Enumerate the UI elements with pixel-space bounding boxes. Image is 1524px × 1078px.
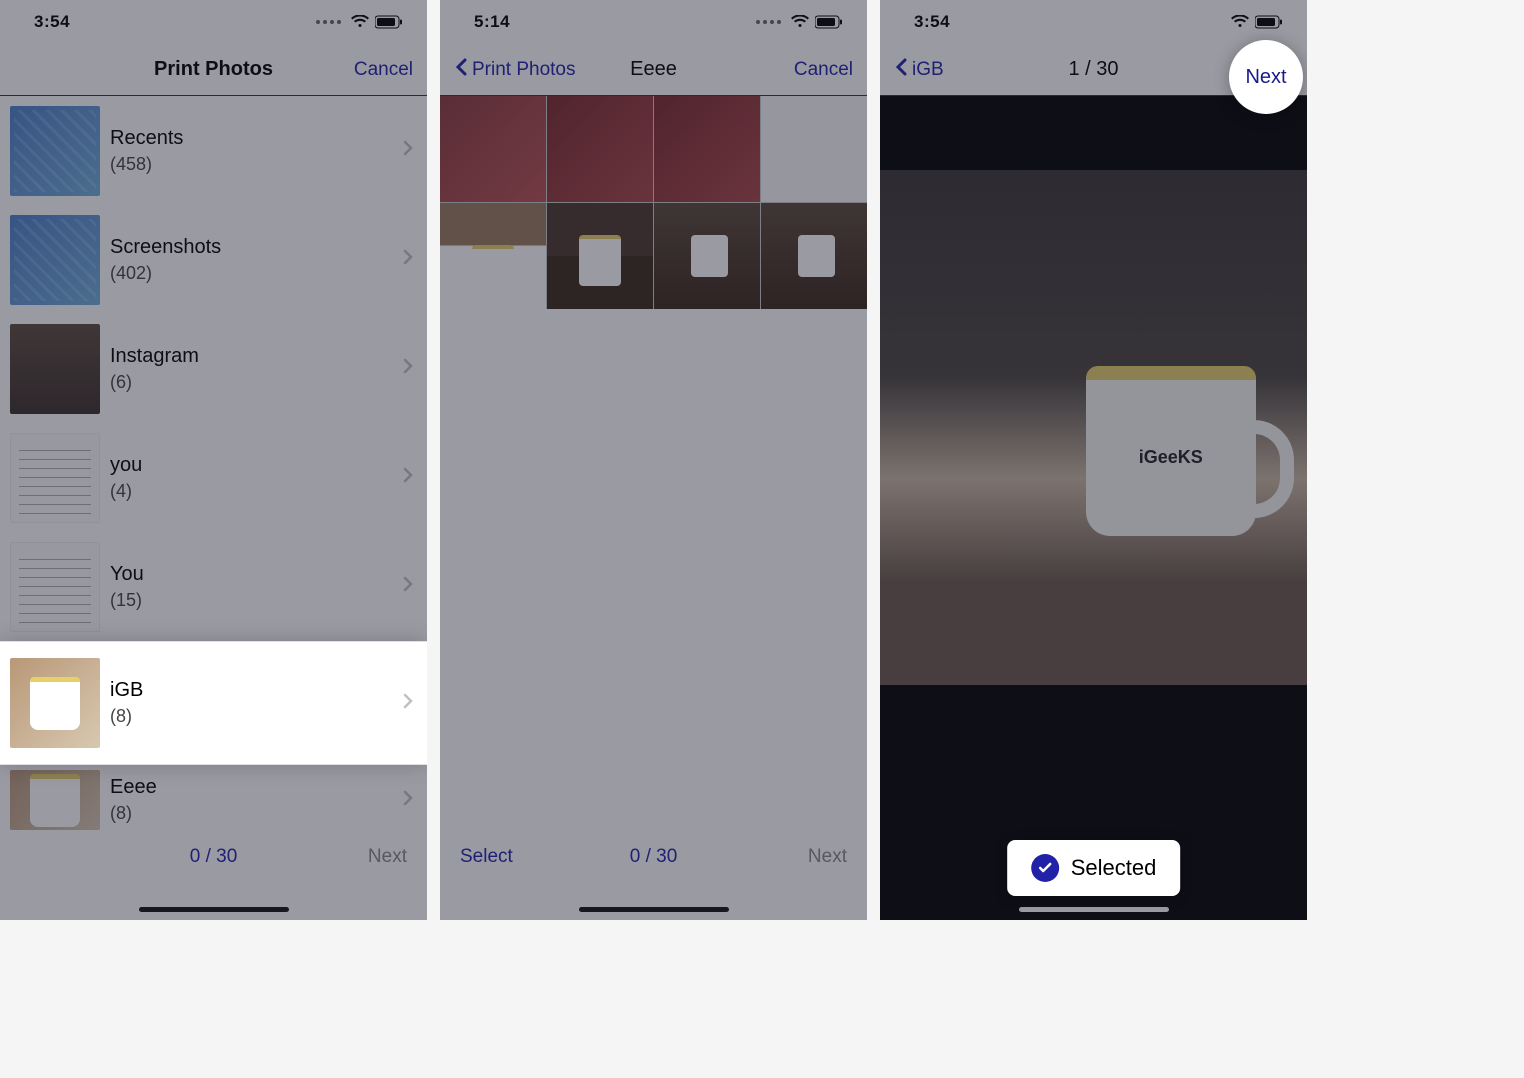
album-you-lc[interactable]: you (4): [0, 423, 427, 532]
album-thumbnail: [10, 106, 100, 196]
album-list: Recents (458) Screenshots (402) Instagra…: [0, 96, 427, 832]
album-name: iGB: [110, 679, 393, 702]
page-counter: 1 / 30: [1068, 58, 1118, 81]
album-name: Screenshots: [110, 236, 393, 259]
wifi-icon: [1231, 15, 1249, 29]
battery-icon: [1255, 15, 1283, 29]
album-count: (458): [110, 154, 393, 175]
select-button[interactable]: Select: [460, 846, 540, 868]
next-label: Next: [1245, 66, 1286, 89]
chevron-right-icon: [403, 249, 413, 270]
album-name: Recents: [110, 127, 393, 150]
album-you-uc[interactable]: You (15): [0, 532, 427, 641]
album-thumbnail: [10, 433, 100, 523]
check-circle-icon: [1031, 854, 1059, 882]
photo-thumbnail[interactable]: [547, 96, 653, 202]
selected-button[interactable]: Selected: [1007, 840, 1181, 896]
wifi-icon: [351, 15, 369, 29]
album-igb[interactable]: iGB (8): [0, 641, 427, 765]
photo-thumbnail[interactable]: [547, 203, 653, 309]
mug-logo-text: iGeeKS: [1086, 366, 1256, 536]
selection-counter: 0 / 30: [190, 846, 238, 868]
selection-counter: 0 / 30: [630, 846, 678, 868]
album-recents[interactable]: Recents (458): [0, 96, 427, 205]
album-thumbnail: [10, 658, 100, 748]
photo-image: iGeeKS: [880, 170, 1307, 685]
next-button[interactable]: Next: [767, 846, 847, 868]
album-count: (4): [110, 481, 393, 502]
battery-icon: [815, 15, 843, 29]
screen-photo-grid: 5:14 Print Photos Eeee Cancel Select 0 /…: [440, 0, 867, 920]
bottom-bar: Select 0 / 30 Next: [440, 832, 867, 920]
album-name: you: [110, 454, 393, 477]
back-button[interactable]: iGB: [894, 57, 994, 83]
album-thumbnail: [10, 542, 100, 632]
chevron-right-icon: [403, 140, 413, 161]
page-title: Eeee: [630, 58, 677, 81]
photo-thumbnail[interactable]: [440, 96, 546, 202]
photo-preview[interactable]: iGeeKS Selected: [880, 96, 1307, 920]
album-thumbnail: [10, 215, 100, 305]
screen-album-list: 3:54 Print Photos Cancel Recents (458) S…: [0, 0, 427, 920]
home-indicator[interactable]: [579, 907, 729, 912]
nav-bar: Print Photos Cancel: [0, 44, 427, 96]
back-button[interactable]: Print Photos: [454, 57, 576, 83]
album-thumbnail: [10, 324, 100, 414]
cancel-button[interactable]: Cancel: [313, 59, 413, 81]
screen-photo-preview: 3:54 iGB 1 / 30 iGeeKS Selected Next: [880, 0, 1307, 920]
status-bar: 3:54: [0, 0, 427, 44]
back-label: iGB: [912, 59, 944, 81]
photo-grid: [440, 96, 867, 832]
next-button[interactable]: Next: [1229, 40, 1303, 114]
album-count: (402): [110, 263, 393, 284]
photo-thumbnail[interactable]: [654, 203, 760, 309]
album-name: You: [110, 563, 393, 586]
chevron-right-icon: [403, 358, 413, 379]
wifi-icon: [791, 15, 809, 29]
photo-thumbnail[interactable]: [440, 203, 546, 309]
photo-thumbnail[interactable]: [761, 96, 867, 202]
chevron-right-icon: [403, 576, 413, 597]
chevron-left-icon: [454, 57, 468, 83]
back-label: Print Photos: [472, 59, 576, 81]
album-name: Eeee: [110, 776, 393, 799]
bottom-bar: 0 / 30 Next: [0, 832, 427, 920]
battery-icon: [375, 15, 403, 29]
album-eeee[interactable]: Eeee (8): [0, 765, 427, 832]
album-count: (8): [110, 803, 393, 824]
chevron-right-icon: [403, 790, 413, 811]
photo-thumbnail[interactable]: [761, 203, 867, 309]
status-bar: 5:14: [440, 0, 867, 44]
page-title: Print Photos: [154, 58, 273, 81]
status-time: 3:54: [914, 12, 950, 32]
album-count: (15): [110, 590, 393, 611]
nav-bar: Print Photos Eeee Cancel: [440, 44, 867, 96]
next-button[interactable]: Next: [327, 846, 407, 868]
album-thumbnail: [10, 770, 100, 830]
cancel-button[interactable]: Cancel: [753, 59, 853, 81]
selected-label: Selected: [1071, 855, 1157, 881]
status-bar: 3:54: [880, 0, 1307, 44]
album-instagram[interactable]: Instagram (6): [0, 314, 427, 423]
chevron-left-icon: [894, 57, 908, 83]
status-time: 3:54: [34, 12, 70, 32]
album-count: (6): [110, 372, 393, 393]
home-indicator[interactable]: [1019, 907, 1169, 912]
status-time: 5:14: [474, 12, 510, 32]
home-indicator[interactable]: [139, 907, 289, 912]
photo-thumbnail[interactable]: [654, 96, 760, 202]
album-screenshots[interactable]: Screenshots (402): [0, 205, 427, 314]
album-count: (8): [110, 706, 393, 727]
chevron-right-icon: [403, 467, 413, 488]
album-name: Instagram: [110, 345, 393, 368]
chevron-right-icon: [403, 693, 413, 714]
